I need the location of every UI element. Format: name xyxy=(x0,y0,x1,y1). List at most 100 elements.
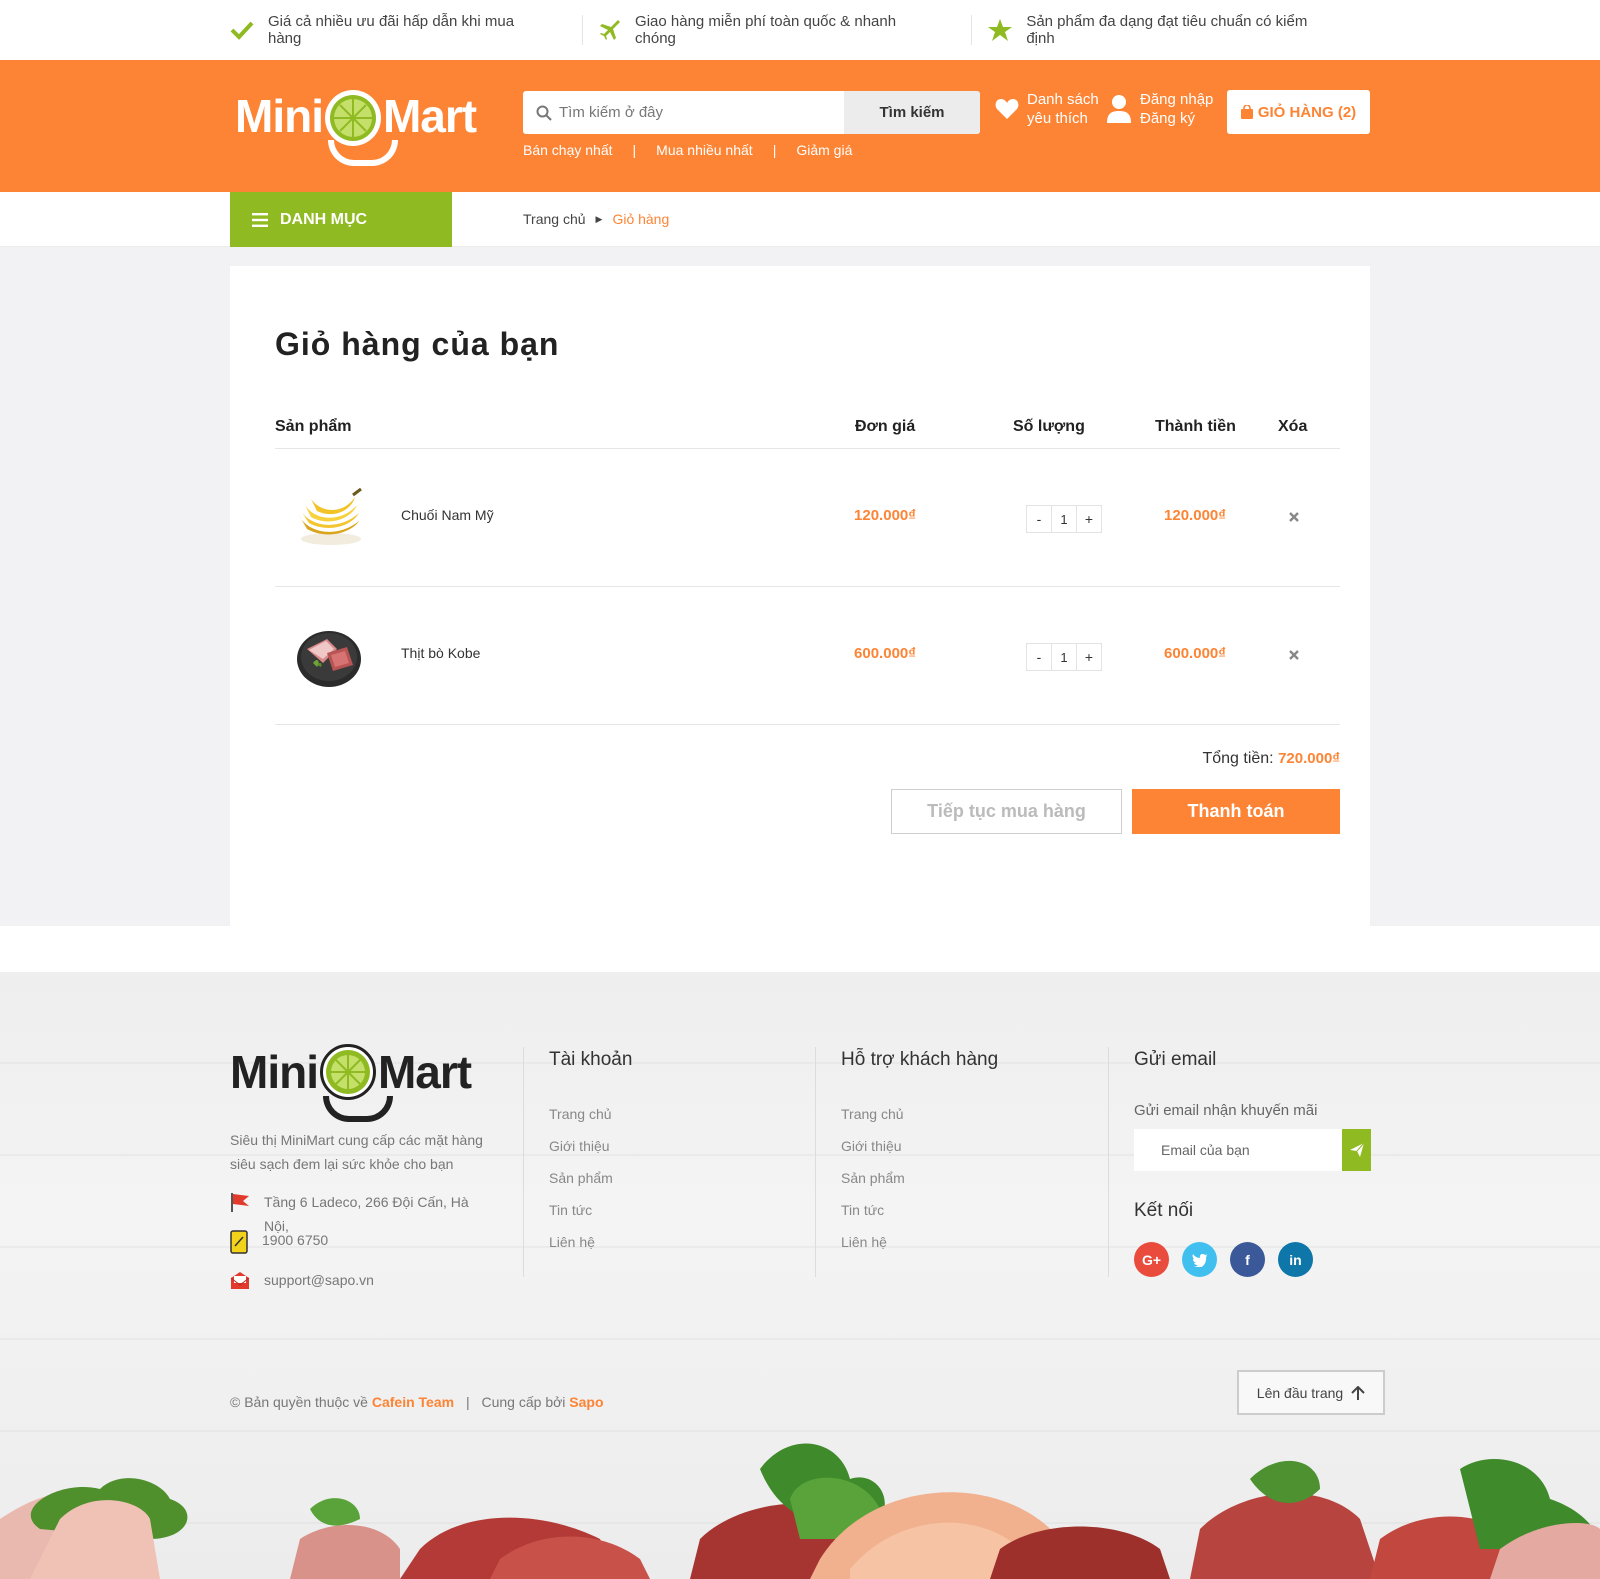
linkedin-icon[interactable]: in xyxy=(1278,1242,1313,1277)
google-plus-icon[interactable]: G+ xyxy=(1134,1242,1169,1277)
footer-divider xyxy=(1108,1047,1109,1277)
footer-link[interactable]: Sản phẩm xyxy=(841,1162,905,1194)
lime-icon xyxy=(319,1044,376,1100)
banana-image[interactable] xyxy=(293,481,365,553)
phone-text[interactable]: 1900 6750 xyxy=(262,1228,328,1254)
site-logo[interactable]: Mini Mart xyxy=(235,88,477,166)
wishlist-link[interactable]: Danh sách yêu thích xyxy=(995,90,1099,128)
qty-value[interactable]: 1 xyxy=(1051,506,1077,532)
star-icon xyxy=(988,19,1013,41)
product-name[interactable]: Thịt bò Kobe xyxy=(401,645,480,661)
quicklink-bestseller[interactable]: Bán chạy nhất xyxy=(523,142,613,158)
qty-minus-button[interactable]: - xyxy=(1027,506,1051,532)
quicklink-most-bought[interactable]: Mua nhiều nhất xyxy=(656,142,753,158)
col-line-total: Thành tiền xyxy=(1155,418,1236,435)
beef-image[interactable] xyxy=(293,619,365,691)
col-quantity: Số lượng xyxy=(1013,418,1085,435)
breadcrumb-current: Giỏ hàng xyxy=(612,211,670,227)
continue-shopping-button[interactable]: Tiếp tục mua hàng xyxy=(891,789,1122,834)
footer-connect-title: Kết nối xyxy=(1134,1200,1194,1221)
close-icon[interactable] xyxy=(1285,508,1303,526)
meat-banner-image xyxy=(0,1443,1600,1579)
social-links: G+ f in xyxy=(1134,1242,1313,1277)
footer-logo[interactable]: Mini Mart xyxy=(230,1044,472,1122)
logo-text-right: Mart xyxy=(377,1046,472,1098)
shopping-bag-icon xyxy=(1240,105,1253,119)
airplane-icon xyxy=(600,20,621,40)
footer-link[interactable]: Tin tức xyxy=(549,1194,613,1226)
lime-icon xyxy=(324,90,381,146)
quicklink-discount[interactable]: Giảm giá xyxy=(796,142,852,158)
quantity-stepper: - 1 + xyxy=(1026,505,1102,533)
page-title: Giỏ hàng của bạn xyxy=(275,326,560,362)
flag-icon xyxy=(231,1193,249,1212)
nav-bar: DANH MỤC Trang chủ ▶ Giỏ hàng xyxy=(0,192,1600,247)
search-input[interactable] xyxy=(559,91,844,134)
heart-icon xyxy=(995,99,1019,119)
cart-total-label: Tổng tiền: xyxy=(1202,750,1274,767)
copyright: © Bản quyền thuộc về Cafein Team | Cung … xyxy=(230,1394,604,1410)
facebook-icon[interactable]: f xyxy=(1230,1242,1265,1277)
qty-plus-button[interactable]: + xyxy=(1077,506,1101,532)
product-name[interactable]: Chuối Nam Mỹ xyxy=(401,507,494,523)
account-links: Đăng nhập Đăng ký xyxy=(1106,90,1213,128)
copyright-separator: | xyxy=(465,1394,470,1410)
email-text[interactable]: support@sapo.vn xyxy=(264,1268,374,1292)
provider-link[interactable]: Sapo xyxy=(569,1394,603,1410)
login-link[interactable]: Đăng nhập xyxy=(1140,90,1213,109)
paper-plane-icon xyxy=(1349,1142,1364,1157)
breadcrumb: Trang chủ ▶ Giỏ hàng xyxy=(523,211,669,227)
breadcrumb-home[interactable]: Trang chủ xyxy=(523,211,586,227)
footer-link[interactable]: Trang chủ xyxy=(549,1098,613,1130)
perk-quality: Sản phẩm đa dạng đạt tiêu chuẩn có kiểm … xyxy=(971,13,1370,47)
provided-by-label: Cung cấp bởi xyxy=(481,1394,566,1410)
footer-link[interactable]: Giới thiệu xyxy=(841,1130,905,1162)
site-footer: Mini Mart Siêu thị MiniMart cung cấp các… xyxy=(0,972,1600,1579)
category-menu-button[interactable]: DANH MỤC xyxy=(230,192,452,247)
quick-links: Bán chạy nhất | Mua nhiều nhất | Giảm gi… xyxy=(523,142,852,158)
footer-support-title: Hỗ trợ khách hàng xyxy=(841,1049,999,1070)
footer-link[interactable]: Liên hệ xyxy=(549,1226,613,1258)
cart-label: GIỎ HÀNG (2) xyxy=(1257,103,1357,121)
qty-minus-button[interactable]: - xyxy=(1027,644,1051,670)
footer-link[interactable]: Giới thiệu xyxy=(549,1130,613,1162)
logo-text-left: Mini xyxy=(235,90,324,142)
newsletter-email-input[interactable] xyxy=(1134,1129,1342,1171)
col-unit-price: Đơn giá xyxy=(855,418,916,435)
footer-description: Siêu thị MiniMart cung cấp các mặt hàng … xyxy=(230,1132,483,1172)
newsletter-send-button[interactable] xyxy=(1342,1129,1371,1171)
footer-link[interactable]: Sản phẩm xyxy=(549,1162,613,1194)
footer-link[interactable]: Trang chủ xyxy=(841,1098,905,1130)
perk-shipping: Giao hàng miễn phí toàn quốc & nhanh chó… xyxy=(582,13,971,47)
logo-smile xyxy=(328,140,398,166)
user-icon xyxy=(1107,95,1131,123)
checkout-button[interactable]: Thanh toán xyxy=(1132,789,1340,834)
wishlist-label-1: Danh sách xyxy=(1027,91,1099,108)
quicklink-separator: | xyxy=(772,142,777,158)
phone-icon xyxy=(230,1230,248,1254)
close-icon[interactable] xyxy=(1285,646,1303,664)
twitter-icon[interactable] xyxy=(1182,1242,1217,1277)
copyright-prefix: © Bản quyền thuộc về xyxy=(230,1394,368,1410)
newsletter-subtitle: Gửi email nhận khuyến mãi xyxy=(1134,1102,1318,1119)
wishlist-label-2: yêu thích xyxy=(1027,110,1088,127)
footer-link[interactable]: Tin tức xyxy=(841,1194,905,1226)
product-line-total: 120.000₫ xyxy=(1164,507,1226,524)
product-line-total: 600.000₫ xyxy=(1164,645,1226,662)
cart-button[interactable]: GIỎ HÀNG (2) xyxy=(1227,90,1370,134)
qty-plus-button[interactable]: + xyxy=(1077,644,1101,670)
copyright-team-link[interactable]: Cafein Team xyxy=(372,1394,454,1410)
logo-text-left: Mini xyxy=(230,1046,319,1098)
search-button[interactable]: Tìm kiếm xyxy=(844,91,980,134)
footer-link[interactable]: Liên hệ xyxy=(841,1226,905,1258)
footer-email: support@sapo.vn xyxy=(230,1268,490,1292)
footer-email-title: Gửi email xyxy=(1134,1049,1217,1070)
register-link[interactable]: Đăng ký xyxy=(1140,109,1213,128)
product-price: 120.000₫ xyxy=(854,507,916,524)
check-icon xyxy=(230,21,254,40)
cart-total-value: 720.000₫ xyxy=(1278,750,1340,767)
qty-value[interactable]: 1 xyxy=(1051,644,1077,670)
breadcrumb-arrow-icon: ▶ xyxy=(595,213,603,224)
hamburger-icon xyxy=(252,212,268,227)
search-icon xyxy=(523,91,559,134)
